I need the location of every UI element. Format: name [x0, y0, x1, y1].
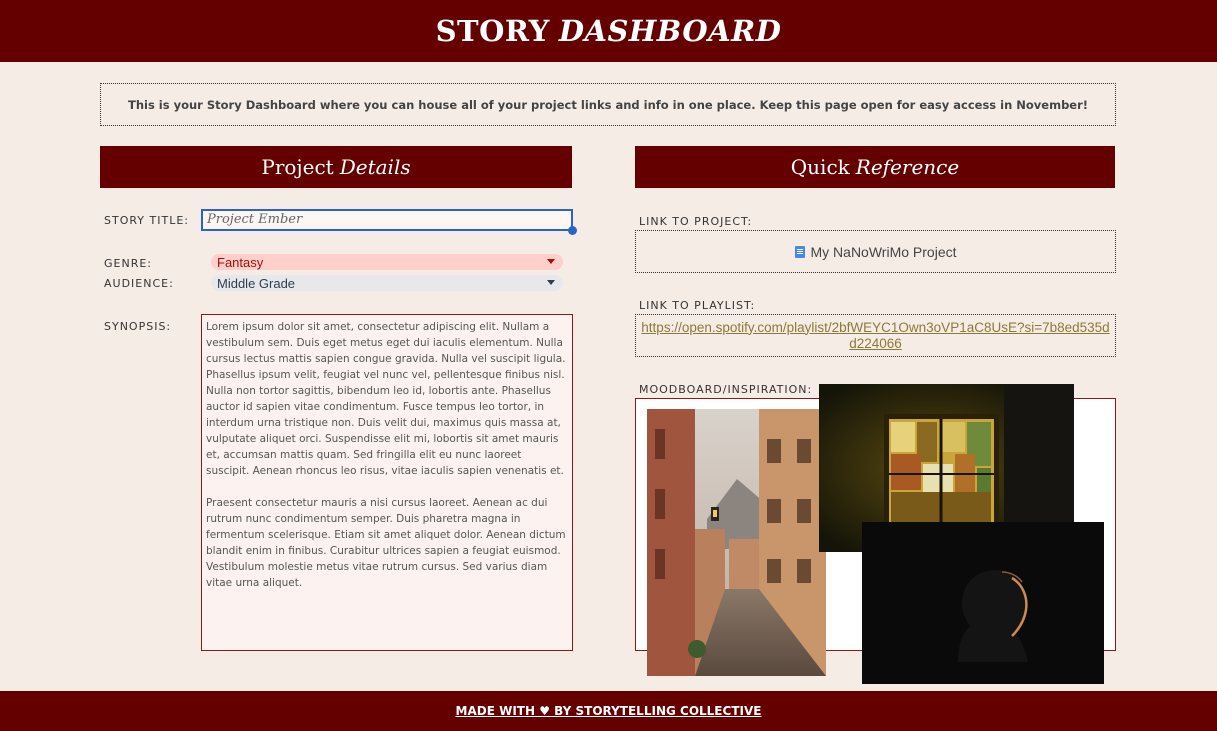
cell-selection-handle[interactable] [568, 226, 577, 235]
page-footer[interactable]: MADE WITH ♥ BY STORYTELLING COLLECTIVE [0, 691, 1217, 731]
synopsis-paragraph-2: Praesent consectetur mauris a nisi cursu… [206, 497, 566, 589]
audience-dropdown[interactable]: Middle Grade [211, 275, 563, 291]
intro-banner: This is your Story Dashboard where you c… [100, 83, 1116, 126]
project-details-heading-main: Project [261, 155, 334, 179]
moodboard-image-silhouette[interactable] [862, 522, 1104, 684]
synopsis-field[interactable]: Lorem ipsum dolor sit amet, consectetur … [201, 314, 573, 651]
chevron-down-icon [547, 280, 555, 285]
google-doc-icon [794, 245, 805, 258]
project-link-text: My NaNoWriMo Project [810, 243, 957, 260]
footer-credit: MADE WITH ♥ BY STORYTELLING COLLECTIVE [455, 704, 762, 718]
synopsis-paragraph-1: Lorem ipsum dolor sit amet, consectetur … [206, 321, 566, 477]
moodboard-label: MOODBOARD/INSPIRATION: [639, 383, 813, 396]
audience-value: Middle Grade [217, 275, 296, 291]
quick-reference-heading: Quick Reference [635, 146, 1115, 188]
synopsis-label: SYNOPSIS: [104, 320, 172, 333]
quick-reference-heading-main: Quick [790, 155, 850, 179]
quick-reference-heading-em: Reference [855, 155, 960, 179]
project-link-box: My NaNoWriMo Project [635, 230, 1116, 273]
chevron-down-icon [547, 259, 555, 264]
story-title-field[interactable]: Project Ember [201, 209, 573, 231]
header-title: STORY [435, 14, 550, 48]
genre-value: Fantasy [217, 254, 264, 270]
header-title-em: DASHBOARD [558, 14, 782, 48]
playlist-link-box: https://open.spotify.com/playlist/2bfWEY… [635, 314, 1116, 357]
audience-label: AUDIENCE: [104, 277, 174, 290]
project-details-heading-em: Details [339, 155, 411, 179]
project-link-label: LINK TO PROJECT: [639, 215, 753, 228]
genre-label: GENRE: [104, 257, 153, 270]
playlist-link[interactable]: https://open.spotify.com/playlist/2bfWEY… [636, 320, 1115, 352]
intro-text: This is your Story Dashboard where you c… [127, 97, 1089, 112]
project-link[interactable]: My NaNoWriMo Project [794, 243, 957, 260]
story-title-label: STORY TITLE: [104, 214, 189, 227]
playlist-label: LINK TO PLAYLIST: [639, 299, 756, 312]
project-details-heading: Project Details [100, 146, 572, 188]
genre-dropdown[interactable]: Fantasy [211, 254, 563, 270]
moodboard-image-street[interactable] [647, 409, 826, 676]
page-header: STORY DASHBOARD [0, 0, 1217, 62]
